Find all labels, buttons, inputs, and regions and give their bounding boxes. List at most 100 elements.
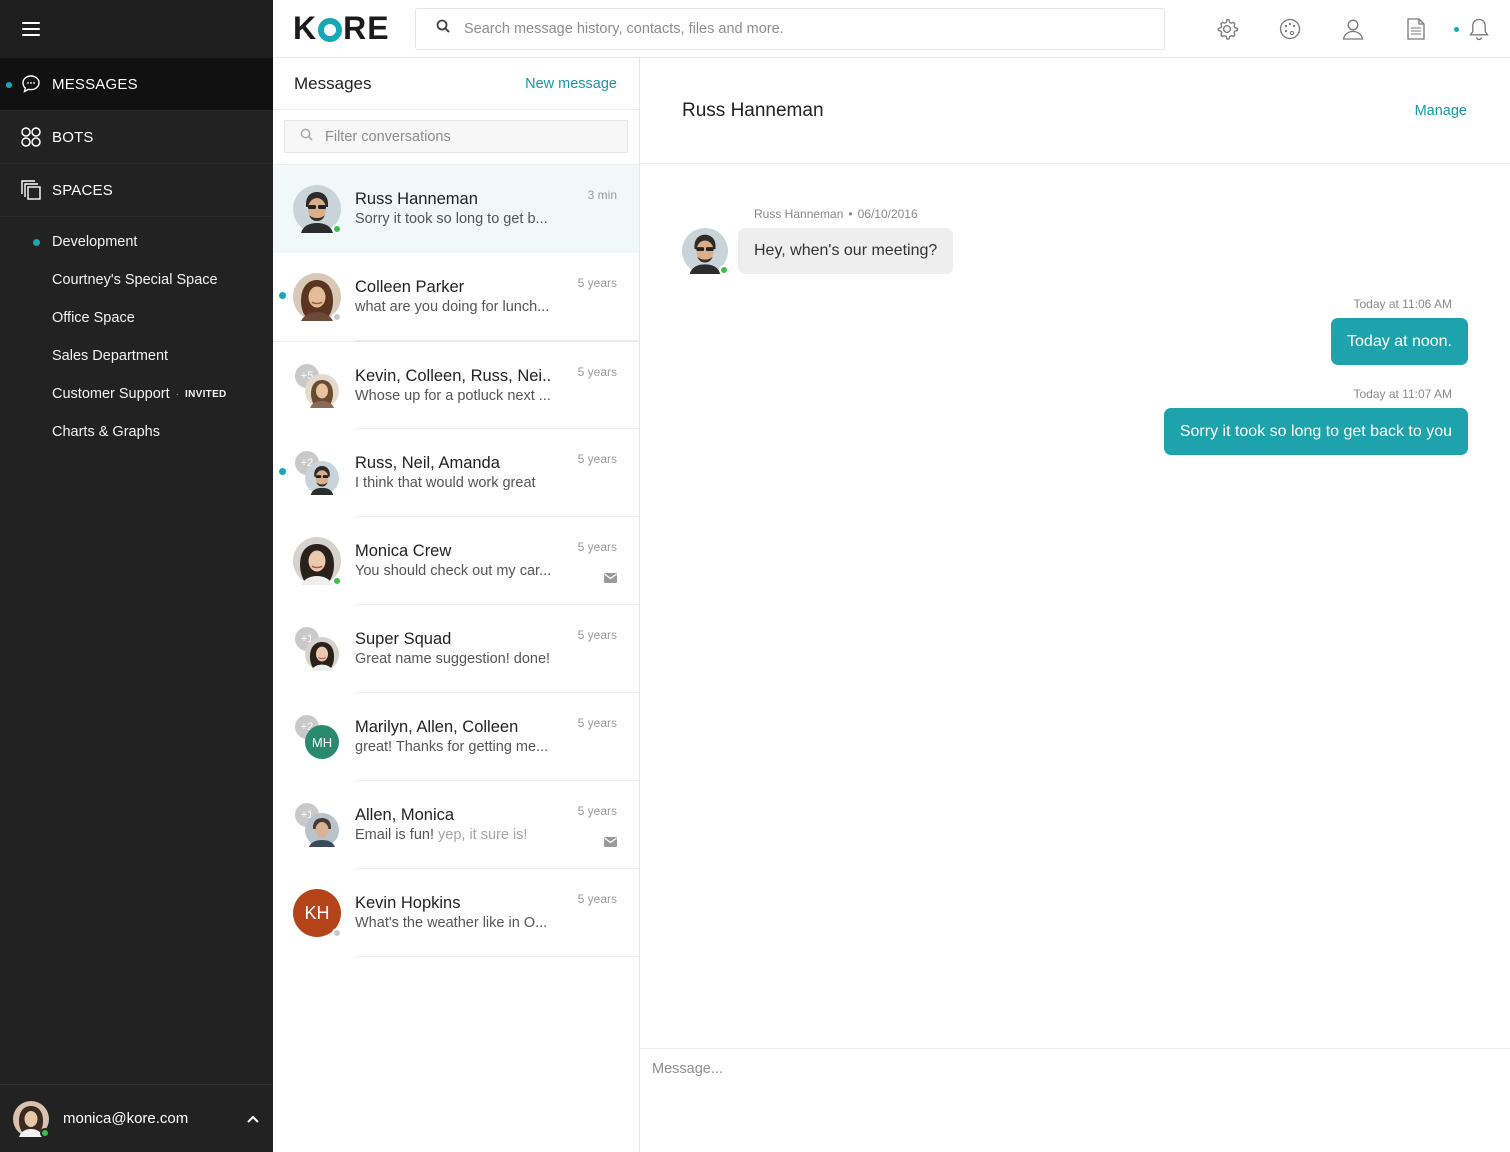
conversation-item[interactable]: +2 MH Marilyn, Allen, Colleen great! Tha… <box>273 693 639 781</box>
incoming-message-bubble: Hey, when's our meeting? <box>738 228 954 274</box>
group-avatar: +1 <box>293 801 341 849</box>
conversation-time: 5 years <box>577 892 617 906</box>
chat-header: Russ Hanneman Manage <box>640 58 1510 164</box>
conversation-name: Kevin, Colleen, Russ, Nei... <box>355 367 550 385</box>
avatar <box>305 813 339 847</box>
outgoing-message-bubble: Sorry it took so long to get back to you <box>1163 408 1468 455</box>
avatar-slot <box>293 537 342 586</box>
avatar <box>293 273 342 322</box>
search-icon <box>436 19 450 38</box>
search-icon <box>300 128 313 146</box>
conversation-item[interactable]: +1 Allen, Monica Email is fun! yep, it s… <box>273 781 639 869</box>
conversation-item[interactable]: KH Kevin Hopkins What's the weather like… <box>273 869 639 957</box>
space-item-sales-department[interactable]: Sales Department <box>0 337 273 375</box>
nav-item-label: BOTS <box>52 128 94 146</box>
space-label: Sales Department <box>52 348 169 364</box>
palette-icon[interactable] <box>1258 17 1321 41</box>
conversation-name: Russ Hanneman <box>355 190 478 208</box>
conversation-preview: Sorry it took so long to get b... <box>355 211 548 227</box>
away-status-dot <box>332 928 342 938</box>
conversation-preview: great! Thanks for getting me... <box>355 739 549 755</box>
nav-item-label: SPACES <box>52 181 113 199</box>
space-item-charts-graphs[interactable]: Charts & Graphs <box>0 413 273 451</box>
message-sender: Russ Hanneman <box>754 207 844 221</box>
conversation-item[interactable]: +5 Kevin, Colleen, Russ, Nei... Whose up… <box>273 341 639 429</box>
top-bar: K RE <box>273 0 1510 58</box>
space-item-development[interactable]: Development <box>0 223 273 261</box>
logo-o-ring <box>318 17 343 42</box>
user-profile-icon[interactable] <box>1321 17 1384 41</box>
group-avatar: +1 <box>293 625 341 673</box>
avatar <box>682 228 729 275</box>
online-status-dot <box>332 224 342 234</box>
away-status-dot <box>332 312 342 322</box>
avatar <box>13 1100 50 1138</box>
conversation-item[interactable]: Monica Crew You should check out my car.… <box>273 517 639 605</box>
conversation-time: 5 years <box>577 365 617 379</box>
envelope-icon <box>604 834 617 852</box>
top-icons <box>1195 17 1510 41</box>
conversation-item[interactable]: Colleen Parker what are you doing for lu… <box>273 253 639 341</box>
manage-link[interactable]: Manage <box>1415 103 1467 119</box>
global-search <box>415 7 1165 50</box>
unread-dot <box>279 468 286 475</box>
nav-item-messages[interactable]: MESSAGES <box>0 58 273 111</box>
spaces-icon <box>20 179 42 201</box>
spaces-list: Development Courtney's Special Space Off… <box>0 217 273 451</box>
conversation-preview: What's the weather like in O... <box>355 915 548 931</box>
chat-bubble-icon <box>20 73 42 95</box>
row-divider <box>355 956 639 957</box>
message-time: Today at 11:06 AM <box>1353 297 1452 311</box>
conversation-time: 5 years <box>577 804 617 818</box>
avatar-slot <box>293 185 342 234</box>
online-status-dot <box>719 265 729 275</box>
avatar-initials: KH <box>304 902 330 923</box>
nav-item-spaces[interactable]: SPACES <box>0 164 273 217</box>
bell-icon[interactable] <box>1447 17 1510 41</box>
conversation-preview: Whose up for a potluck next ... <box>355 388 551 404</box>
space-item-office-space[interactable]: Office Space <box>0 299 273 337</box>
message-input[interactable] <box>652 1061 1498 1141</box>
document-icon[interactable] <box>1384 17 1447 41</box>
unread-dot <box>33 239 40 246</box>
conversation-preview: Great name suggestion! done! <box>355 651 551 667</box>
avatar-initials: MH <box>311 734 333 750</box>
nav-item-label: MESSAGES <box>52 75 138 93</box>
user-profile-bar[interactable]: monica@kore.com <box>0 1084 273 1152</box>
conversation-name: Kevin Hopkins <box>355 894 461 912</box>
conversation-preview: I think that would work great <box>355 475 536 491</box>
conversation-name: Russ, Neil, Amanda <box>355 454 500 472</box>
avatar <box>293 537 342 586</box>
filter-input[interactable] <box>325 128 615 145</box>
space-item-customer-support[interactable]: Customer Support · INVITED <box>0 375 273 413</box>
online-status-dot <box>332 576 342 586</box>
avatar: KH <box>293 889 342 938</box>
group-avatar: +2 <box>293 449 341 497</box>
avatar <box>305 461 339 495</box>
invited-badge: INVITED <box>185 388 227 400</box>
preview-muted-text: yep, it sure is! <box>438 827 528 843</box>
conversation-item[interactable]: +1 Super Squad Great name suggestion! do… <box>273 605 639 693</box>
gear-icon[interactable] <box>1195 17 1258 41</box>
conversation-time: 5 years <box>577 452 617 466</box>
conversation-item[interactable]: Russ Hanneman Sorry it took so long to g… <box>273 165 639 253</box>
nav-item-bots[interactable]: BOTS <box>0 111 273 164</box>
outgoing-message-bubble: Today at noon. <box>1331 318 1468 365</box>
meta-separator: • <box>848 207 853 221</box>
search-input[interactable] <box>464 20 1164 37</box>
conversation-name: Allen, Monica <box>355 806 455 824</box>
new-message-link[interactable]: New message <box>525 76 617 92</box>
space-item-courtneys-special-space[interactable]: Courtney's Special Space <box>0 261 273 299</box>
conversation-name: Marilyn, Allen, Colleen <box>355 718 519 736</box>
logo-text-before: K <box>293 10 318 46</box>
chat-pane: Russ Hanneman Manage Russ Hanneman • 06/10… <box>640 58 1510 1152</box>
conversation-name: Colleen Parker <box>355 278 465 296</box>
avatar <box>293 185 342 234</box>
hamburger-menu-icon[interactable] <box>22 22 40 36</box>
conversation-name: Super Squad <box>355 630 452 648</box>
chat-title: Russ Hanneman <box>682 99 824 121</box>
kore-logo: K RE <box>293 10 395 47</box>
conversation-item[interactable]: +2 Russ, Neil, Amanda I think that would… <box>273 429 639 517</box>
chevron-up-icon[interactable] <box>247 1110 259 1128</box>
logo-text-after: RE <box>343 10 390 46</box>
